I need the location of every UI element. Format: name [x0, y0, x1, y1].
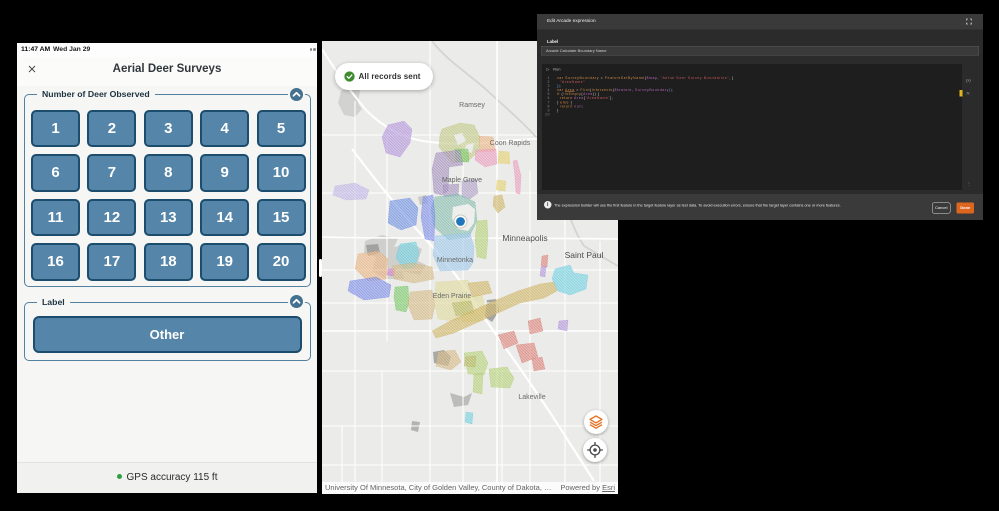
svg-text:Saint Paul: Saint Paul: [565, 250, 604, 260]
svg-text:Minnetonka: Minnetonka: [437, 257, 473, 264]
svg-text:Minneapolis: Minneapolis: [502, 233, 547, 243]
svg-text:Ramsey: Ramsey: [459, 102, 485, 109]
svg-text:Lakeville: Lakeville: [518, 394, 545, 401]
svg-text:Eden Prairie: Eden Prairie: [433, 293, 472, 300]
svg-text:Maple Grove: Maple Grove: [442, 177, 482, 184]
svg-text:Coon Rapids: Coon Rapids: [490, 140, 531, 147]
